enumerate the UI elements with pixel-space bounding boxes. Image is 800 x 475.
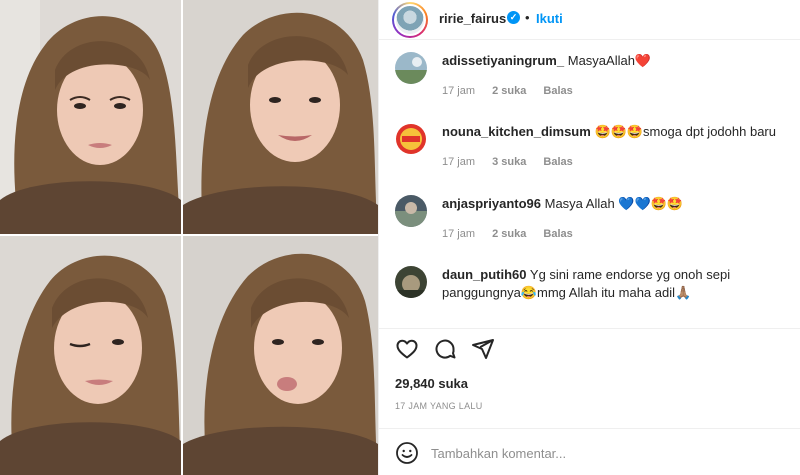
comment-meta: 17 jam 3 suka Balas (442, 156, 587, 168)
follow-button[interactable]: Ikuti (536, 11, 563, 26)
comment-username[interactable]: anjaspriyanto96 (442, 196, 541, 211)
post-media-collage[interactable] (0, 0, 378, 475)
media-tile-1 (0, 0, 181, 234)
comment-text: anjaspriyanto96 Masya Allah 💙💙🤩🤩 (442, 195, 782, 213)
author-username[interactable]: ririe_fairus (439, 11, 506, 26)
comment-time[interactable]: 17 jam (442, 156, 475, 168)
comment-username[interactable]: adissetiyaningrum_ (442, 53, 564, 68)
post-timestamp[interactable]: 17 JAM YANG LALU (395, 401, 483, 411)
commenter-avatar[interactable] (395, 266, 427, 298)
comment-likes[interactable]: 2 suka (492, 228, 526, 240)
comment-username[interactable]: nouna_kitchen_dimsum (442, 124, 591, 139)
comment-time[interactable]: 17 jam (442, 228, 475, 240)
post-actions (379, 328, 800, 368)
comment-body: 🤩🤩🤩smoga dpt jodohh baru (594, 124, 776, 139)
comment-time[interactable]: 17 jam (442, 85, 475, 97)
heart-icon[interactable] (395, 337, 419, 361)
comment-icon[interactable] (433, 337, 457, 361)
commenter-avatar[interactable] (395, 52, 427, 84)
verified-badge-icon: ✓ (507, 11, 520, 24)
likes-count[interactable]: 29,840 suka (395, 376, 468, 391)
reply-button[interactable]: Balas (543, 156, 572, 168)
post-header: ririe_fairus ✓ • Ikuti (379, 0, 800, 40)
comment-body: MasyaAllah❤️ (567, 53, 652, 68)
comment-input[interactable] (431, 443, 761, 463)
reply-button[interactable]: Balas (543, 228, 572, 240)
comment-body: Masya Allah 💙💙🤩🤩 (544, 196, 684, 211)
comment-meta: 17 jam 2 suka Balas (442, 228, 587, 240)
comment-meta: 17 jam 2 suka Balas (442, 85, 587, 97)
media-tile-4 (183, 236, 378, 475)
author-avatar[interactable] (392, 2, 428, 38)
comment-likes[interactable]: 3 suka (492, 156, 526, 168)
woman-hijab-image (183, 236, 378, 475)
woman-hijab-image (0, 0, 181, 234)
woman-hijab-image (0, 236, 181, 475)
comment-text: nouna_kitchen_dimsum 🤩🤩🤩smoga dpt jodohh… (442, 123, 782, 141)
comment-username[interactable]: daun_putih60 (442, 267, 527, 282)
woman-hijab-image (183, 0, 378, 234)
commenter-avatar[interactable] (395, 195, 427, 227)
share-icon[interactable] (471, 337, 495, 361)
emoji-icon[interactable] (395, 441, 419, 465)
comment-text: daun_putih60 Yg sini rame endorse yg ono… (442, 266, 782, 302)
media-tile-3 (0, 236, 181, 475)
comment-text: adissetiyaningrum_ MasyaAllah❤️ (442, 52, 782, 70)
commenter-avatar[interactable] (395, 123, 427, 155)
comments-list[interactable]: adissetiyaningrum_ MasyaAllah❤️ 17 jam 2… (379, 40, 800, 328)
media-tile-2 (183, 0, 378, 234)
comment-likes[interactable]: 2 suka (492, 85, 526, 97)
reply-button[interactable]: Balas (543, 85, 572, 97)
separator-dot: • (525, 10, 530, 25)
add-comment-bar (379, 428, 800, 475)
post-detail-panel: ririe_fairus ✓ • Ikuti adissetiyaningrum… (379, 0, 800, 475)
